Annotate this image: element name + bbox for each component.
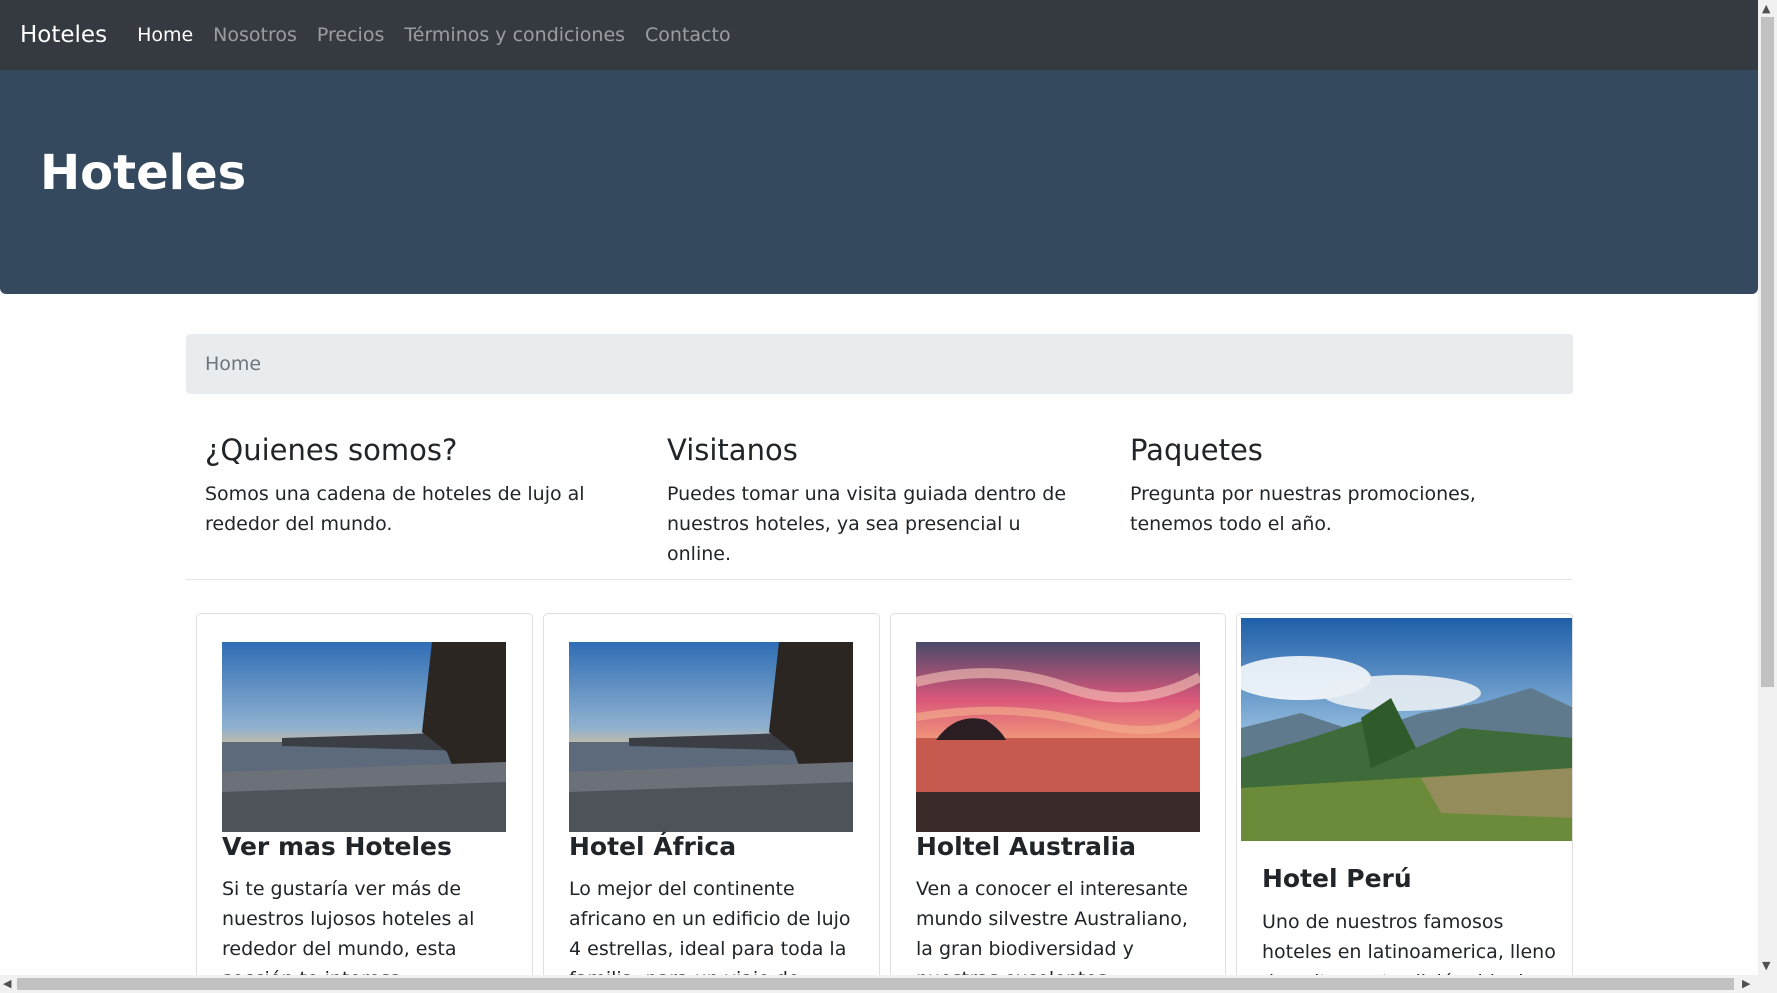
nav-link-nosotros[interactable]: Nosotros: [213, 24, 297, 46]
nav-link-precios[interactable]: Precios: [317, 24, 384, 46]
hero-title: Hoteles: [40, 145, 247, 201]
card-hotel-peru: Hotel Perú Uno de nuestros famosos hotel…: [1236, 613, 1573, 993]
nav-link-terminos[interactable]: Términos y condiciones: [404, 24, 625, 46]
info-title: Paquetes: [1130, 433, 1263, 467]
nav-link-contacto[interactable]: Contacto: [645, 24, 731, 46]
card-title[interactable]: Hotel Perú: [1262, 864, 1412, 893]
machu-picchu-image: [1241, 618, 1572, 841]
section-divider: [186, 579, 1573, 580]
info-text: Puedes tomar una visita guiada dentro de…: [667, 483, 1067, 565]
info-visitanos: Visitanos Puedes tomar una visita guiada…: [667, 433, 1087, 569]
card-title[interactable]: Holtel Australia: [916, 832, 1136, 861]
card-title[interactable]: Ver mas Hoteles: [222, 832, 452, 861]
info-quienes-somos: ¿Quienes somos? Somos una cadena de hote…: [205, 433, 625, 539]
sunset-beach-image: [916, 642, 1200, 832]
scroll-up-icon[interactable]: ▲: [1762, 3, 1770, 15]
horizontal-scroll-thumb[interactable]: [17, 978, 1734, 990]
vertical-scrollbar[interactable]: ▲ ▼: [1758, 0, 1777, 993]
nav-link-home[interactable]: Home: [137, 24, 193, 46]
info-paquetes: Paquetes Pregunta por nuestras promocion…: [1130, 433, 1550, 539]
info-text: Somos una cadena de hoteles de lujo al r…: [205, 483, 585, 535]
breadcrumb-home: Home: [205, 353, 262, 375]
card-hotel-africa: Hotel África Lo mejor del continente afr…: [543, 613, 880, 993]
vertical-scroll-thumb[interactable]: [1761, 17, 1774, 687]
info-text: Pregunta por nuestras promociones, tenem…: [1130, 483, 1476, 535]
scroll-left-icon[interactable]: ◀: [3, 978, 11, 990]
card-hotel-australia: Holtel Australia Ven a conocer el intere…: [890, 613, 1226, 993]
navbar-brand[interactable]: Hoteles: [20, 22, 107, 48]
card-title[interactable]: Hotel África: [569, 832, 736, 861]
top-navbar: Hoteles Home Nosotros Precios Términos y…: [0, 0, 1758, 70]
hero-banner: Hoteles: [0, 70, 1758, 294]
beach-cliff-image: [222, 642, 506, 832]
horizontal-scrollbar[interactable]: ◀ ▶: [0, 975, 1758, 993]
card-ver-mas-hoteles: Ver mas Hoteles Si te gustaría ver más d…: [196, 613, 533, 993]
info-title: ¿Quienes somos?: [205, 433, 458, 467]
scroll-right-icon[interactable]: ▶: [1742, 978, 1750, 990]
beach-cliff-image: [569, 642, 853, 832]
scroll-down-icon[interactable]: ▼: [1762, 960, 1770, 972]
info-title: Visitanos: [667, 433, 798, 467]
breadcrumb: Home: [186, 334, 1573, 394]
